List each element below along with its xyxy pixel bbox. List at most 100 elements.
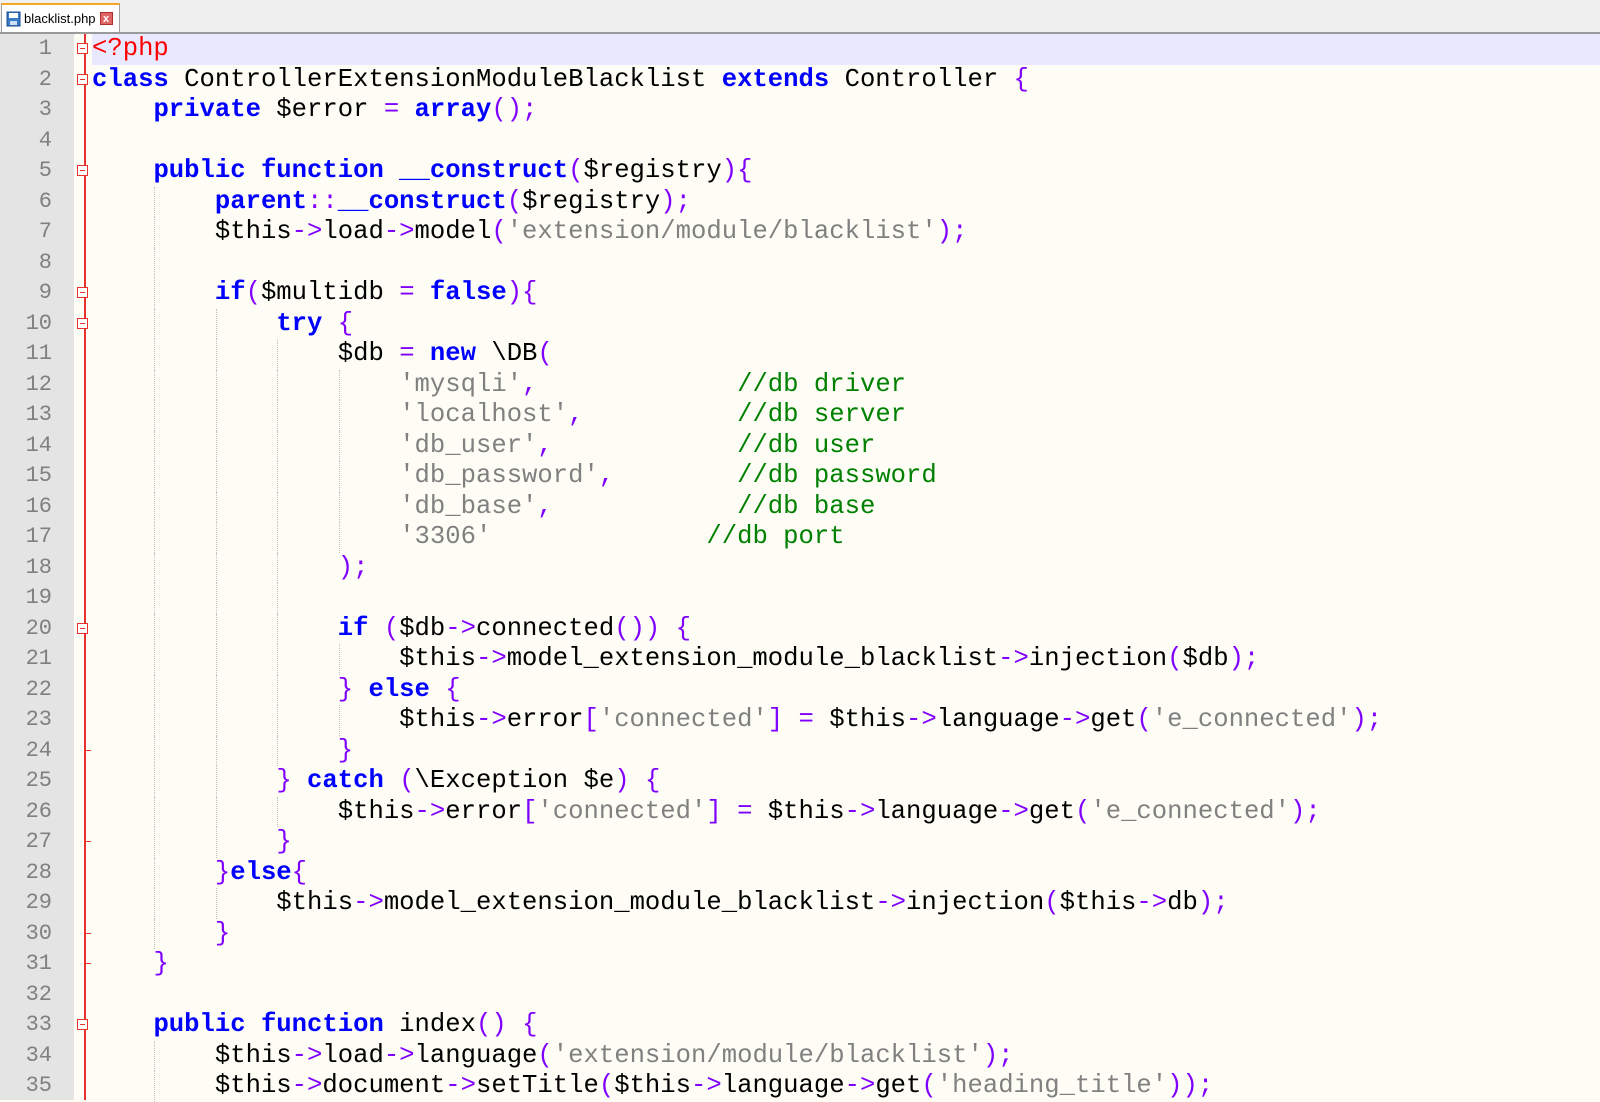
- indent-guide: [215, 400, 217, 431]
- code-token: $registry: [522, 186, 661, 216]
- indent-guide: [153, 674, 155, 705]
- code-token: public function __construct: [153, 156, 569, 185]
- code-text: } else {: [92, 674, 1600, 705]
- code-line[interactable]: 2 class ControllerExtensionModuleBlacklis…: [0, 65, 1600, 96]
- indent-guide: [153, 522, 155, 553]
- file-tab[interactable]: blacklist.php x: [1, 3, 120, 32]
- code-token: //db server: [737, 400, 907, 429]
- code-token: model_extension_module_blacklist: [506, 644, 999, 673]
- code-token: Controller: [844, 64, 1014, 94]
- indent-guide: [277, 613, 279, 644]
- fold-toggle-icon[interactable]: [77, 287, 88, 298]
- code-token: load: [322, 1040, 384, 1070]
- code-line[interactable]: 28 }else{: [0, 857, 1600, 888]
- indent-guide: [153, 552, 155, 583]
- code-line[interactable]: 1 <?php: [0, 34, 1600, 65]
- close-tab-icon[interactable]: x: [99, 12, 113, 25]
- code-token: (: [537, 1040, 553, 1070]
- code-line[interactable]: 23 $this->error['connected'] = $this->la…: [0, 705, 1600, 736]
- code-line[interactable]: 16 'db_base', //db base: [0, 491, 1600, 522]
- code-token: ,: [568, 400, 584, 429]
- fold-end-marker: [85, 749, 91, 751]
- code-line[interactable]: 8: [0, 247, 1600, 278]
- code-line[interactable]: 19: [0, 583, 1600, 614]
- code-token: $registry: [583, 156, 722, 185]
- code-line[interactable]: 6 parent::__construct($registry);: [0, 186, 1600, 217]
- code-line[interactable]: 22 } else {: [0, 674, 1600, 705]
- code-line[interactable]: 30 }: [0, 918, 1600, 949]
- code-line[interactable]: 15 'db_password', //db password: [0, 461, 1600, 492]
- line-number: 30: [25, 920, 52, 946]
- line-number: 10: [25, 310, 52, 336]
- code-token: if: [214, 278, 246, 307]
- code-line[interactable]: 32: [0, 980, 1600, 1011]
- code-token: 'mysqli': [399, 369, 523, 399]
- code-token: 'connected': [598, 705, 768, 734]
- code-line[interactable]: 20 if ($db->connected()) {: [0, 613, 1600, 644]
- code-line[interactable]: 25 } catch (\Exception $e) {: [0, 766, 1600, 797]
- code-editor[interactable]: 1 <?php 2 class ControllerExtensionModuleBl…: [0, 34, 1600, 1102]
- code-line[interactable]: 3 private $error = array();: [0, 95, 1600, 126]
- code-line[interactable]: 11 $db = new \DB(: [0, 339, 1600, 370]
- code-token: ->: [691, 1071, 722, 1100]
- code-line[interactable]: 10 try {: [0, 308, 1600, 339]
- fold-toggle-icon[interactable]: [77, 317, 88, 329]
- code-line[interactable]: 27 }: [0, 827, 1600, 858]
- code-text: 'db_password', //db password: [92, 461, 1600, 492]
- code-text: class ControllerExtensionModuleBlacklist…: [92, 65, 1600, 96]
- code-token: );: [982, 1040, 1014, 1070]
- code-token: ControllerExtensionModuleBlacklist: [184, 64, 722, 94]
- code-token: ->: [291, 217, 323, 246]
- line-number: 25: [25, 768, 52, 793]
- line-number: 21: [25, 646, 52, 671]
- indent-guide: [215, 766, 217, 797]
- code-token: ,: [522, 369, 538, 399]
- code-line[interactable]: 21 $this->model_extension_module_blackli…: [0, 644, 1600, 675]
- fold-toggle-icon[interactable]: [77, 1019, 88, 1030]
- code-line[interactable]: 5 public function __construct($registry)…: [0, 156, 1600, 187]
- fold-toggle-icon[interactable]: [77, 622, 88, 634]
- code-line[interactable]: 17 '3306' //db port: [0, 522, 1600, 553]
- code-line[interactable]: 35 $this->document->setTitle($this->lang…: [0, 1071, 1600, 1102]
- code-line[interactable]: 34 $this->load->language('extension/modu…: [0, 1040, 1600, 1071]
- code-text: 'db_user', //db user: [92, 430, 1600, 461]
- fold-toggle-icon[interactable]: [77, 43, 88, 54]
- code-line[interactable]: 18 );: [0, 552, 1600, 583]
- code-token: $db: [92, 339, 400, 368]
- code-line[interactable]: 9 if($multidb = false){: [0, 278, 1600, 309]
- code-line[interactable]: 24 }: [0, 735, 1600, 766]
- code-line[interactable]: 7 $this->load->model('extension/module/b…: [0, 217, 1600, 248]
- code-line[interactable]: 29 $this->model_extension_module_blackli…: [0, 888, 1600, 919]
- code-line[interactable]: 13 'localhost', //db server: [0, 400, 1600, 431]
- fold-end-marker: [85, 963, 91, 964]
- code-line[interactable]: 31 }: [0, 949, 1600, 980]
- code-token: =: [737, 796, 753, 826]
- line-number: 6: [38, 188, 52, 214]
- indent-guide: [277, 583, 279, 614]
- code-token: (: [921, 1071, 937, 1100]
- code-token: $this: [92, 796, 415, 826]
- code-text: }: [92, 918, 1600, 949]
- code-token: language: [875, 796, 999, 826]
- fold-toggle-icon[interactable]: [77, 165, 88, 176]
- indent-guide: [277, 796, 279, 827]
- code-token: extends: [721, 64, 845, 94]
- code-text: 'db_base', //db base: [92, 491, 1600, 522]
- fold-toggle-icon[interactable]: [77, 73, 88, 85]
- code-line[interactable]: 33 public function index() {: [0, 1010, 1600, 1041]
- code-token: (: [1044, 888, 1060, 917]
- code-token: \Exception $e: [414, 766, 615, 795]
- code-line[interactable]: 4: [0, 126, 1600, 157]
- code-token: $db: [399, 613, 446, 643]
- code-line[interactable]: 14 'db_user', //db user: [0, 430, 1600, 461]
- code-text: $this->model_extension_module_blacklist-…: [92, 888, 1600, 919]
- code-line[interactable]: 12 'mysqli', //db driver: [0, 369, 1600, 400]
- code-line[interactable]: 26 $this->error['connected'] = $this->la…: [0, 796, 1600, 827]
